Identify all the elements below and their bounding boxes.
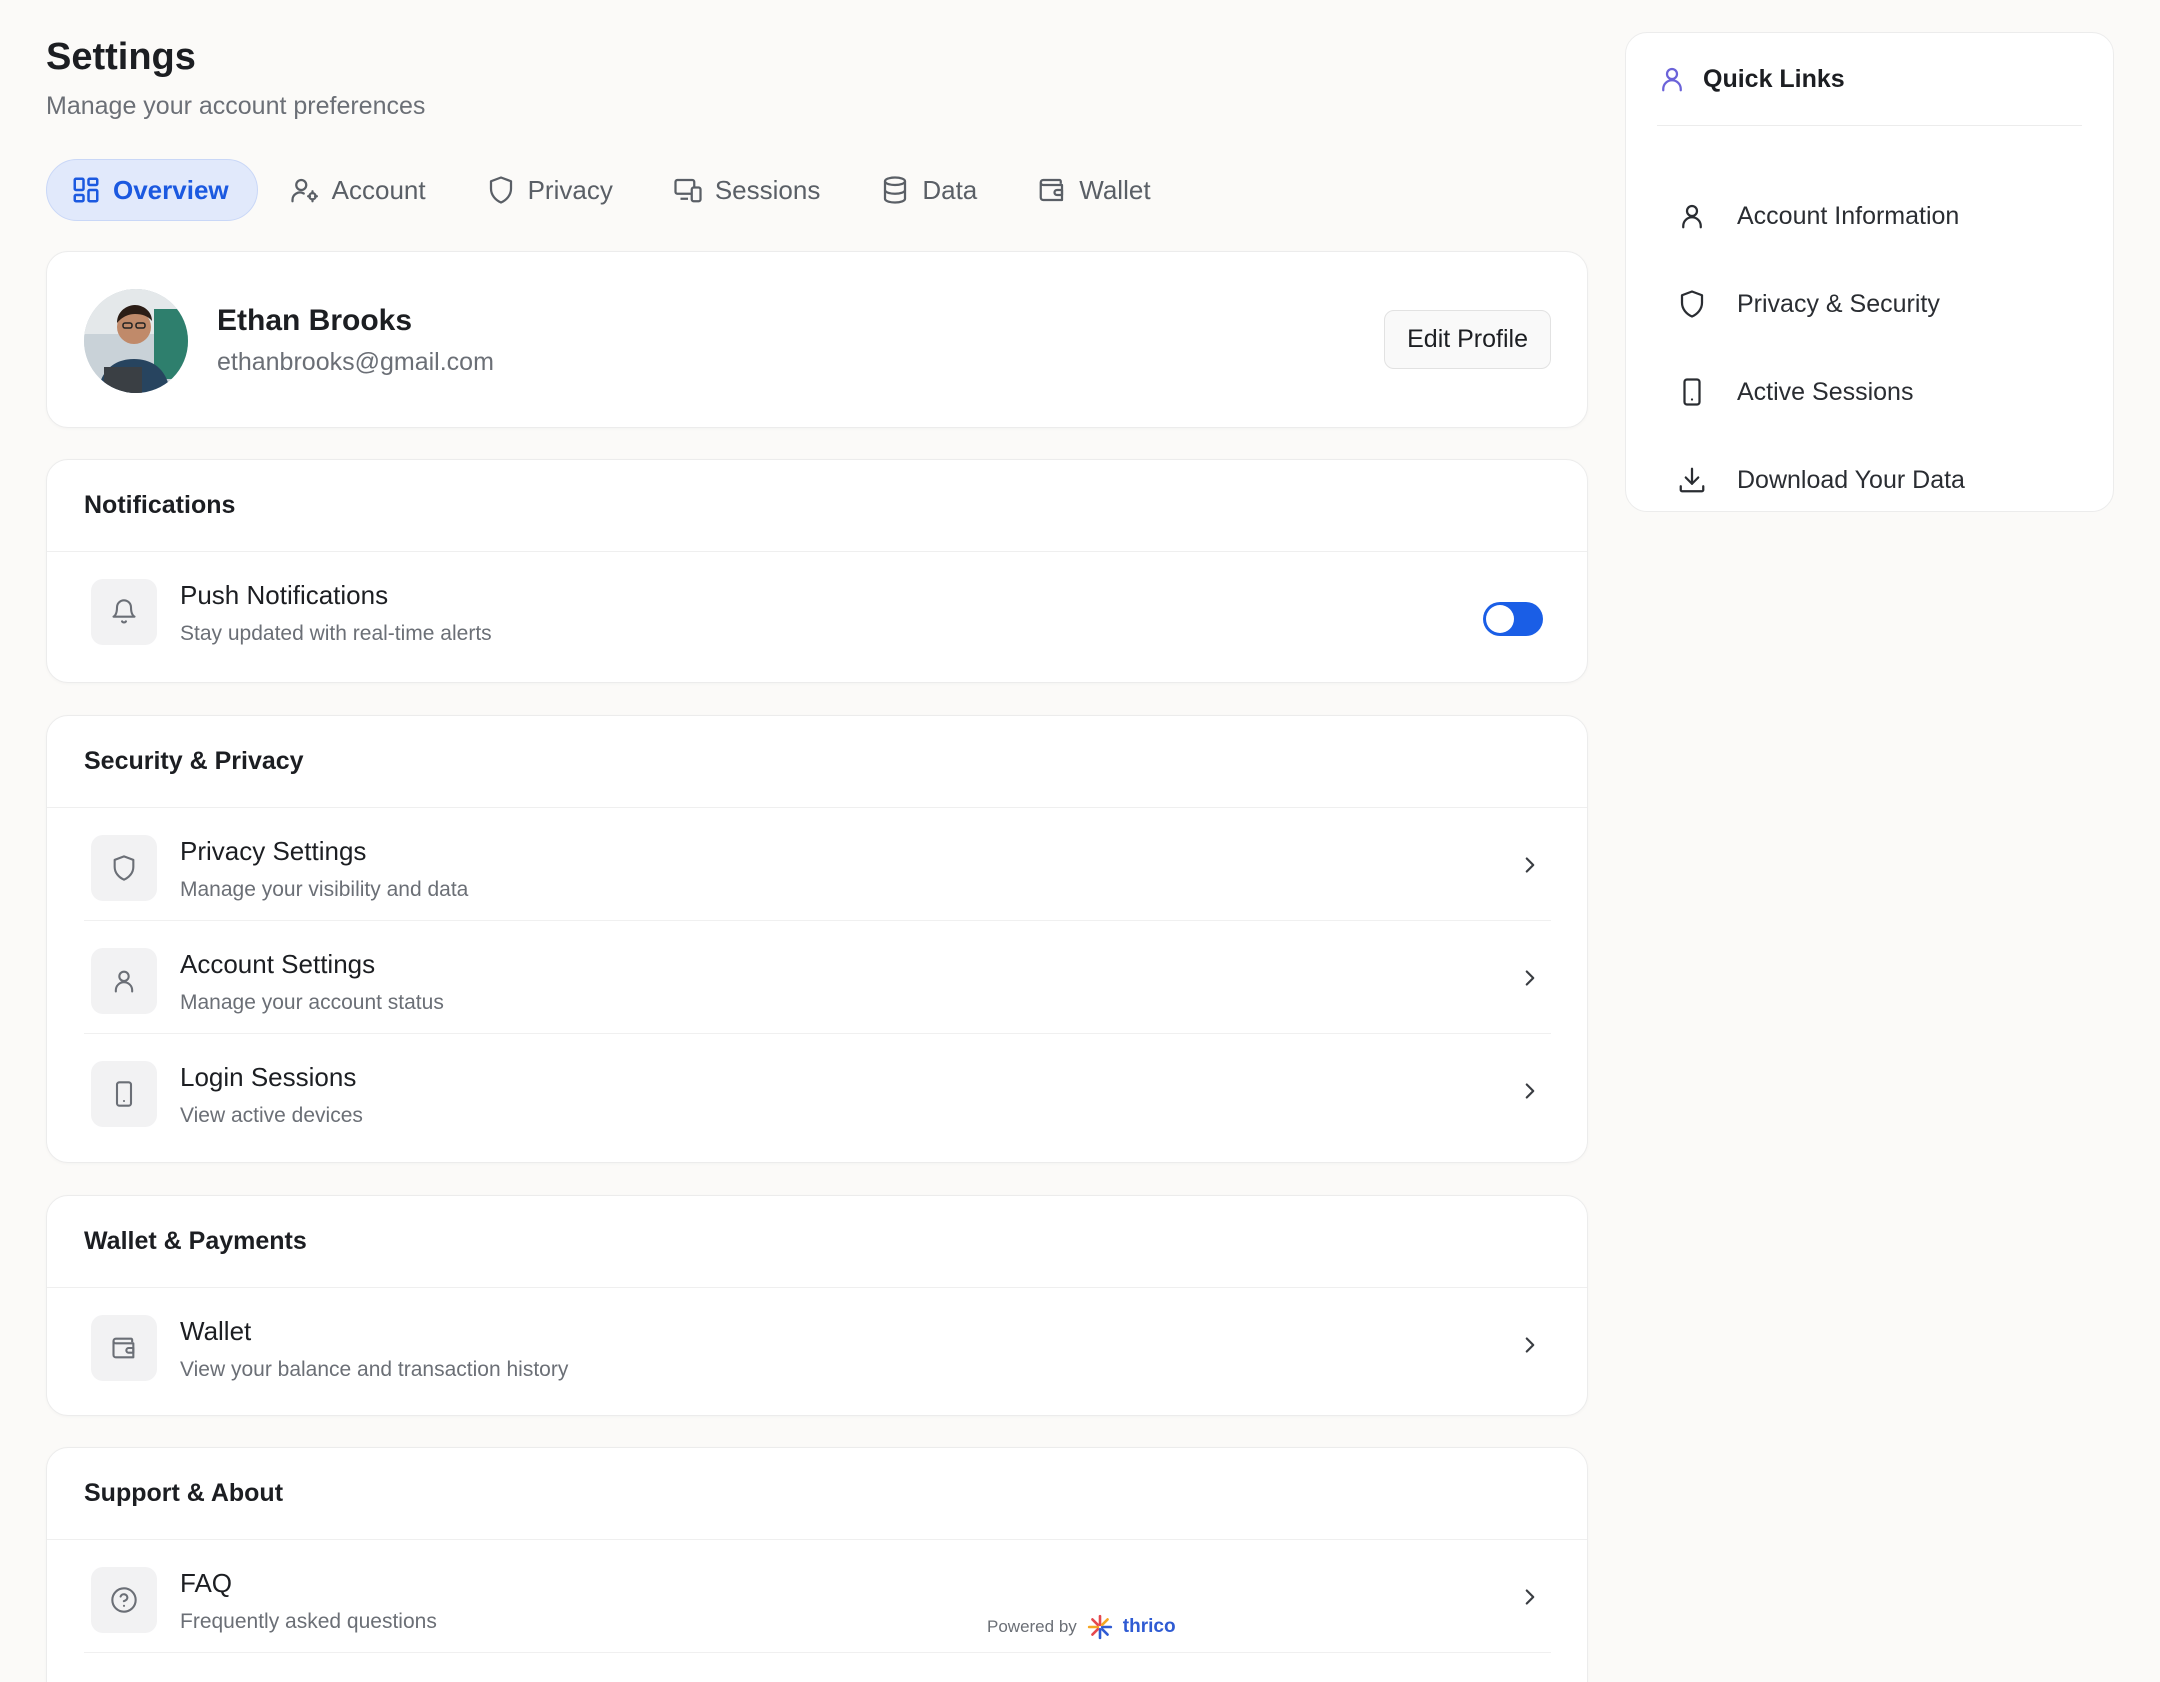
edit-profile-button[interactable]: Edit Profile xyxy=(1384,310,1551,369)
login-sessions-row[interactable]: Login Sessions View active devices xyxy=(84,1034,1551,1147)
user-icon xyxy=(1662,67,1682,92)
row-title: Account Settings xyxy=(180,949,376,979)
page-subtitle: Manage your account preferences xyxy=(46,92,426,120)
account-settings-row[interactable]: Account Settings Manage your account sta… xyxy=(84,921,1551,1034)
quick-links-header: Quick Links xyxy=(1657,33,2082,126)
tab-account[interactable]: Account xyxy=(266,159,454,221)
row-title: FAQ xyxy=(180,1568,233,1598)
row-description: Manage your visibility and data xyxy=(180,878,469,901)
tab-label: Data xyxy=(922,174,978,205)
row-description: View your balance and transaction histor… xyxy=(180,1358,569,1381)
wallet-icon xyxy=(1039,178,1064,202)
quick-links-panel: Quick Links Account Information Privacy … xyxy=(1625,32,2114,512)
row-description: Stay updated with real-time alerts xyxy=(180,622,492,645)
section-title: Security & Privacy xyxy=(47,716,1587,808)
tab-label: Account xyxy=(331,174,426,205)
phone-icon xyxy=(1683,378,1701,406)
quick-link-label: Download Your Data xyxy=(1737,465,1965,494)
row-title: Wallet xyxy=(180,1316,252,1346)
shield-icon xyxy=(113,855,135,881)
phone-icon xyxy=(115,1081,133,1107)
quick-links-title: Quick Links xyxy=(1703,64,1845,93)
powered-by: Powered by thrico xyxy=(987,1614,1176,1640)
download-icon xyxy=(1679,467,1705,493)
tab-wallet[interactable]: Wallet xyxy=(1013,159,1178,221)
tab-privacy[interactable]: Privacy xyxy=(462,159,641,221)
notifications-card: Notifications Push Notifications Stay up… xyxy=(46,459,1588,683)
wallet-row[interactable]: Wallet View your balance and transaction… xyxy=(84,1288,1551,1401)
quick-link-account-information[interactable]: Account Information xyxy=(1677,196,1959,236)
row-description: Frequently asked questions xyxy=(180,1610,437,1633)
tab-bar: Overview Account Privacy Sessions Data W… xyxy=(46,159,1187,221)
chevron-right-icon xyxy=(1525,1589,1535,1605)
row-description: Manage your account status xyxy=(180,991,444,1014)
tab-label: Sessions xyxy=(714,174,821,205)
wallet-payments-card: Wallet & Payments Wallet View your balan… xyxy=(46,1195,1588,1416)
section-title: Notifications xyxy=(47,460,1587,552)
chevron-right-icon xyxy=(1525,857,1535,873)
tab-overview[interactable]: Overview xyxy=(46,159,258,221)
database-icon xyxy=(884,176,907,204)
toggle-knob xyxy=(1486,605,1514,633)
profile-name: Ethan Brooks xyxy=(217,304,413,337)
avatar xyxy=(84,289,188,393)
tab-data[interactable]: Data xyxy=(856,159,1005,221)
quick-link-privacy-security[interactable]: Privacy & Security xyxy=(1677,284,1940,324)
row-description: View active devices xyxy=(180,1104,363,1127)
user-icon xyxy=(114,970,134,993)
tab-label: Wallet xyxy=(1079,174,1151,205)
shield-icon xyxy=(1680,290,1704,318)
profile-email: ethanbrooks@gmail.com xyxy=(217,348,494,376)
tab-label: Overview xyxy=(113,174,229,205)
privacy-settings-row[interactable]: Privacy Settings Manage your visibility … xyxy=(84,808,1551,921)
push-notifications-row: Push Notifications Stay updated with rea… xyxy=(84,552,1551,665)
chevron-right-icon xyxy=(1525,970,1535,986)
profile-card: Ethan Brooks ethanbrooks@gmail.com Edit … xyxy=(46,251,1588,428)
section-title: Support & About xyxy=(47,1448,1587,1540)
section-title: Wallet & Payments xyxy=(47,1196,1587,1288)
quick-link-label: Account Information xyxy=(1737,201,1960,230)
wallet-icon xyxy=(112,1337,135,1359)
push-notifications-toggle[interactable] xyxy=(1483,602,1543,636)
shield-icon xyxy=(489,176,512,204)
quick-link-active-sessions[interactable]: Active Sessions xyxy=(1677,372,1913,412)
help-circle-icon xyxy=(111,1587,137,1613)
security-privacy-card: Security & Privacy Privacy Settings Mana… xyxy=(46,715,1588,1163)
tab-sessions[interactable]: Sessions xyxy=(649,159,849,221)
thrico-logo-icon xyxy=(1087,1614,1112,1640)
row-title: Login Sessions xyxy=(180,1062,357,1092)
row-title: Privacy Settings xyxy=(180,836,367,866)
support-about-card: Support & About FAQ Frequently asked que… xyxy=(46,1447,1588,1682)
row-title: Push Notifications xyxy=(180,580,389,610)
devices-icon xyxy=(674,178,702,203)
quick-link-download-data[interactable]: Download Your Data xyxy=(1677,460,1965,500)
quick-link-label: Active Sessions xyxy=(1737,377,1914,406)
bell-icon xyxy=(112,599,136,624)
faq-row[interactable]: FAQ Frequently asked questions xyxy=(84,1540,1551,1653)
grid-icon xyxy=(73,177,99,203)
page-title: Settings xyxy=(46,36,196,78)
brand-name: thrico xyxy=(1122,1616,1176,1637)
chevron-right-icon xyxy=(1525,1083,1535,1099)
user-icon xyxy=(1682,204,1702,229)
quick-link-label: Privacy & Security xyxy=(1737,289,1940,318)
tab-label: Privacy xyxy=(527,174,613,205)
user-gear-icon xyxy=(291,178,318,203)
chevron-right-icon xyxy=(1525,1337,1535,1353)
powered-by-label: Powered by xyxy=(987,1617,1077,1636)
